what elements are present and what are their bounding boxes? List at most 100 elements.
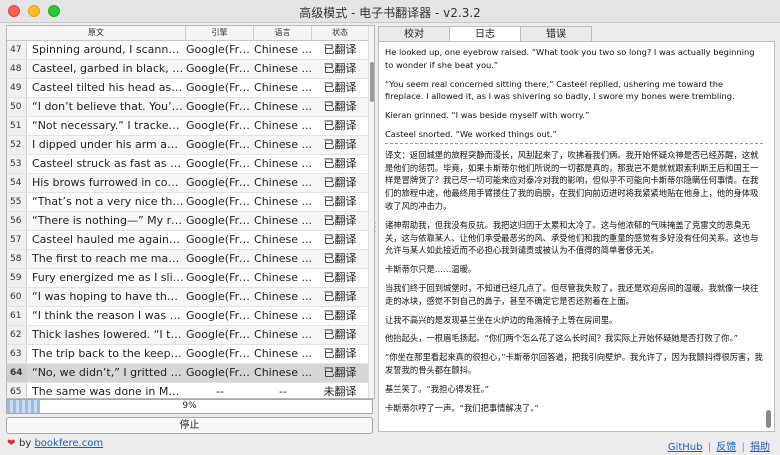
splitter-handle[interactable]: · · · bbox=[374, 220, 377, 236]
log-en-paragraph: He looked up, one eyebrow raised. “What … bbox=[385, 47, 755, 70]
table-row[interactable]: 58 The first to reach me may have been ..… bbox=[7, 250, 368, 269]
row-number: 64 bbox=[7, 364, 27, 382]
row-engine: Google(Free) bbox=[186, 252, 254, 265]
row-number: 56 bbox=[7, 212, 27, 230]
donate-link[interactable]: 捐助 bbox=[750, 442, 770, 453]
feedback-link[interactable]: 反馈 bbox=[716, 442, 736, 453]
column-header-engine[interactable]: 引擎 bbox=[186, 26, 254, 40]
footer: ❤ by bookfere.com GitHub | 反馈 | 捐助 bbox=[0, 434, 780, 455]
github-link[interactable]: GitHub bbox=[668, 442, 703, 453]
bookfere-link[interactable]: bookfere.com bbox=[34, 438, 103, 449]
row-engine: Google(Free) bbox=[186, 138, 254, 151]
progress-bar: 9% bbox=[6, 399, 373, 414]
row-number: 65 bbox=[7, 383, 27, 398]
row-source-text: “There is nothing—” My response die... bbox=[32, 214, 186, 227]
row-language: Chinese ... bbox=[254, 157, 312, 170]
tab-proofread[interactable]: 校对 bbox=[378, 26, 450, 42]
row-number: 58 bbox=[7, 250, 27, 268]
row-source-text: “That’s not a very nice thing to say.” .… bbox=[32, 195, 186, 208]
log-zh-paragraph: 诸神帮助我，但我没有反抗。我把这归因于太累和太冷了。这与他浓郁的气味掩盖了克雷文… bbox=[385, 219, 759, 256]
table-row[interactable]: 60 “I was hoping to have the chance to ..… bbox=[7, 288, 368, 307]
table-header: 原文 引擎 语言 状态 bbox=[7, 26, 368, 41]
row-status: 已翻译 bbox=[323, 138, 357, 151]
table-row[interactable]: 52 I dipped under his arm and spun, ...Go… bbox=[7, 136, 368, 155]
row-source-text: “I don’t believe that. You’re smarter ..… bbox=[32, 100, 186, 113]
table-row[interactable]: 50 “I don’t believe that. You’re smarter … bbox=[7, 98, 368, 117]
row-status: 已翻译 bbox=[323, 195, 357, 208]
table-row[interactable]: 57 Casteel hauled me against his chest ..… bbox=[7, 231, 368, 250]
tab-log[interactable]: 日志 bbox=[449, 26, 521, 42]
row-number: 51 bbox=[7, 117, 27, 135]
row-language: Chinese ... bbox=[254, 309, 312, 322]
row-status: 已翻译 bbox=[323, 119, 357, 132]
table-row[interactable]: 55 “That’s not a very nice thing to say.”… bbox=[7, 193, 368, 212]
log-en-paragraph: Kieran grinned. “I was beside myself wit… bbox=[385, 110, 590, 121]
table-row[interactable]: 63 The trip back to the keep was quiet ..… bbox=[7, 345, 368, 364]
log-scrollbar[interactable] bbox=[766, 46, 772, 428]
row-engine: Google(Free) bbox=[186, 347, 254, 360]
column-header-language[interactable]: 语言 bbox=[254, 26, 312, 40]
row-source-text: Casteel hauled me against his chest ... bbox=[32, 233, 186, 246]
column-header-source[interactable]: 原文 bbox=[7, 26, 186, 40]
row-language: Chinese ... bbox=[254, 100, 312, 113]
table-row[interactable]: 64 “No, we didn’t,” I gritted out between… bbox=[7, 364, 368, 383]
tab-errors[interactable]: 错误 bbox=[520, 26, 592, 42]
table-row[interactable]: 59 Fury energized me as I sliced the ...G… bbox=[7, 269, 368, 288]
right-tabs: 校对 日志 错误 bbox=[378, 26, 775, 42]
row-language: Chinese ... bbox=[254, 290, 312, 303]
log-en-paragraph: Casteel snorted. “We worked things out.” bbox=[385, 128, 557, 139]
row-status: 已翻译 bbox=[323, 347, 357, 360]
row-engine: Google(Free) bbox=[186, 309, 254, 322]
row-language: Chinese ... bbox=[254, 271, 312, 284]
footer-by-text: by bbox=[19, 438, 32, 449]
row-engine: Google(Free) bbox=[186, 233, 254, 246]
row-source-text: “I think the reason I was never allowe..… bbox=[32, 309, 186, 322]
row-language: Chinese ... bbox=[254, 347, 312, 360]
table-row[interactable]: 54 His brows furrowed in confusion, and..… bbox=[7, 174, 368, 193]
footer-links: GitHub | 反馈 | 捐助 bbox=[666, 438, 772, 453]
row-number: 59 bbox=[7, 269, 27, 287]
log-en-paragraph: “You seem real concerned sitting there,”… bbox=[385, 78, 735, 102]
table-row[interactable]: 51 “Not necessary.” I tracked his ...Goog… bbox=[7, 117, 368, 136]
table-scrollbar-thumb[interactable] bbox=[370, 62, 374, 102]
progress-label: 9% bbox=[182, 401, 197, 411]
stop-button[interactable]: 停止 bbox=[6, 417, 373, 434]
table-scrollbar[interactable] bbox=[368, 26, 374, 398]
log-scrollbar-thumb[interactable] bbox=[766, 410, 771, 428]
log-zh-paragraph: 卡斯蒂尔只是……温暖。 bbox=[385, 264, 477, 275]
row-language: Chinese ... bbox=[254, 214, 312, 227]
table-row[interactable]: 61 “I think the reason I was never allowe… bbox=[7, 307, 368, 326]
row-language: Chinese ... bbox=[254, 138, 312, 151]
table-row[interactable]: 49 Casteel tilted his head as the wolven'… bbox=[7, 79, 368, 98]
row-language: Chinese ... bbox=[254, 62, 312, 75]
row-engine: Google(Free) bbox=[186, 366, 254, 379]
table-row[interactable]: 47 Spinning around, I scanned the trees .… bbox=[7, 41, 368, 60]
row-status: 已翻译 bbox=[323, 81, 357, 94]
row-number: 48 bbox=[7, 60, 27, 78]
row-engine: Google(Free) bbox=[186, 290, 254, 303]
row-source-text: His brows furrowed in confusion, and... bbox=[32, 176, 186, 189]
row-engine: Google(Free) bbox=[186, 195, 254, 208]
footer-separator: | bbox=[741, 442, 745, 453]
row-status: 已翻译 bbox=[323, 100, 357, 113]
row-status: 已翻译 bbox=[323, 271, 357, 284]
table-row[interactable]: 62 Thick lashes lowered. “I think it’s th… bbox=[7, 326, 368, 345]
row-language: Chinese ... bbox=[254, 252, 312, 265]
column-header-status[interactable]: 状态 bbox=[312, 26, 368, 40]
row-number: 53 bbox=[7, 155, 27, 173]
row-engine: Google(Free) bbox=[186, 157, 254, 170]
table-row[interactable]: 48 Casteel, garbed in black, cut a striki… bbox=[7, 60, 368, 79]
row-language: -- bbox=[279, 385, 287, 398]
row-engine: Google(Free) bbox=[186, 62, 254, 75]
row-engine: Google(Free) bbox=[186, 100, 254, 113]
row-engine: Google(Free) bbox=[186, 176, 254, 189]
row-source-text: Fury energized me as I sliced the ... bbox=[32, 271, 186, 284]
table-row[interactable]: 53 Casteel struck as fast as a falcon wit… bbox=[7, 155, 368, 174]
row-source-text: Thick lashes lowered. “I think it’s the … bbox=[32, 328, 186, 341]
row-number: 50 bbox=[7, 98, 27, 116]
table-row[interactable]: 65 The same was done in Masadonia ... -- --… bbox=[7, 383, 368, 398]
row-engine: Google(Free) bbox=[186, 214, 254, 227]
log-panel: He looked up, one eyebrow raised. “What … bbox=[378, 41, 775, 432]
row-number: 52 bbox=[7, 136, 27, 154]
table-row[interactable]: 56 “There is nothing—” My response die...… bbox=[7, 212, 368, 231]
